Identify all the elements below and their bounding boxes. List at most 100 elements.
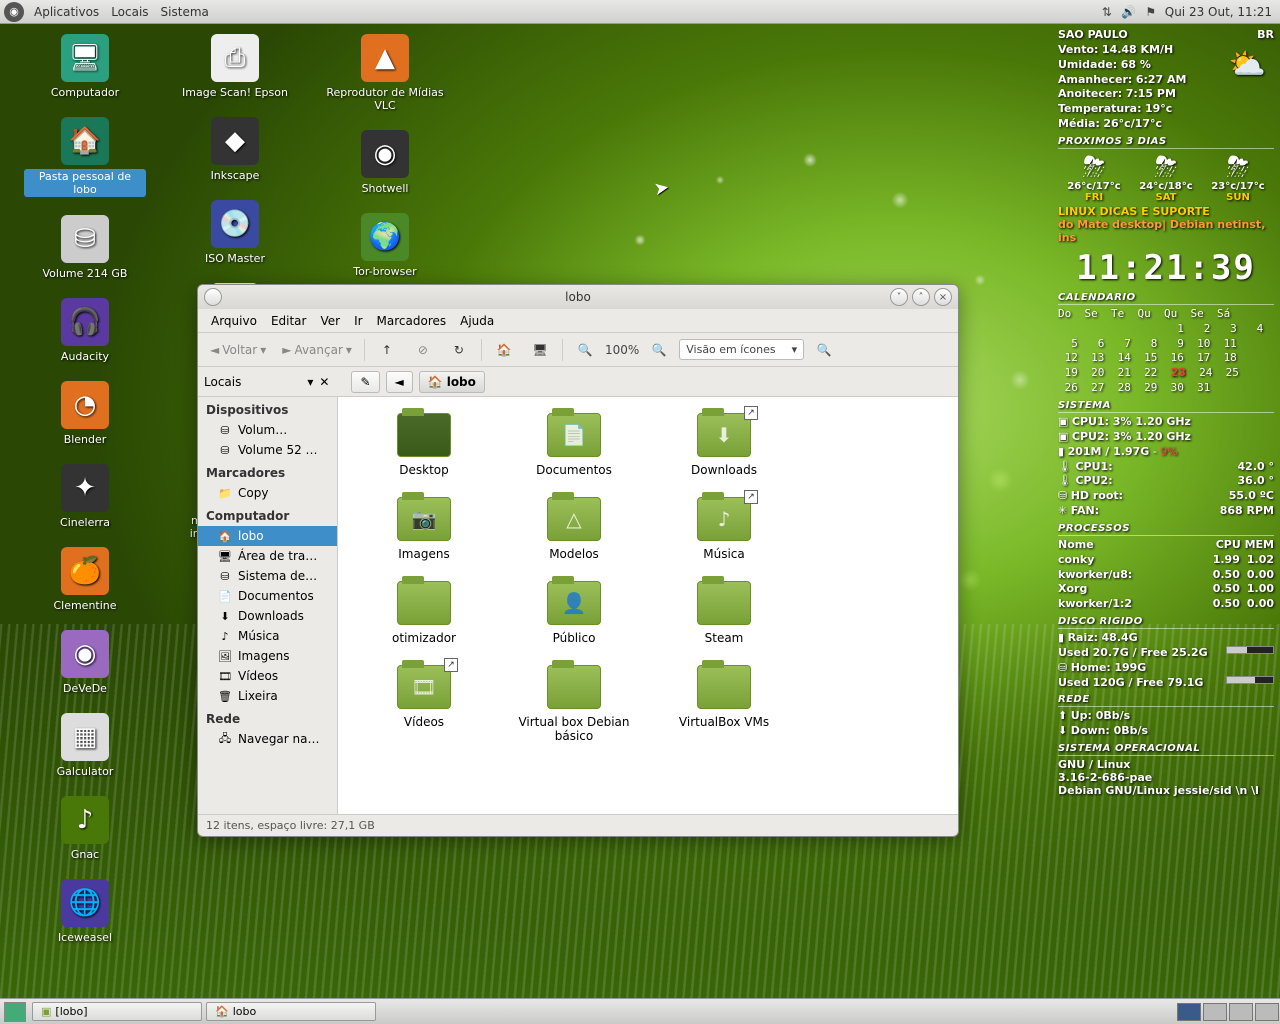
desktop-icon[interactable]: ⛁Volume 214 GB xyxy=(20,211,150,284)
sidebar-item[interactable]: ⛁Sistema de… xyxy=(198,566,337,586)
file-item[interactable]: otimizador xyxy=(354,581,494,645)
volume-icon[interactable]: 🔊 xyxy=(1121,4,1137,20)
file-item[interactable]: Steam xyxy=(654,581,794,645)
top-panel: ◉ Aplicativos Locais Sistema ⇅ 🔊 ⚑ Qui 2… xyxy=(0,0,1280,24)
taskbar-item[interactable]: 🏠lobo xyxy=(206,1002,376,1021)
sidebar-item[interactable]: 🖥Área de tra… xyxy=(198,546,337,566)
statusbar: 12 itens, espaço livre: 27,1 GB xyxy=(198,814,958,836)
minimize-button[interactable]: ˅ xyxy=(890,288,908,306)
desktop-icon[interactable]: ◆Inkscape xyxy=(170,113,300,186)
desktop-icon[interactable]: ⎙Image Scan! Epson xyxy=(170,30,300,103)
up-button[interactable]: ↑ xyxy=(371,336,403,364)
menu-sistema[interactable]: Sistema xyxy=(155,5,215,19)
menubar-item[interactable]: Ajuda xyxy=(453,314,501,328)
places-dropdown-icon[interactable]: ▾ xyxy=(307,375,313,389)
sidebar: Dispositivos⛁Volum…⛁Volume 52 …Marcadore… xyxy=(198,397,338,814)
file-item[interactable]: Virtual box Debian básico xyxy=(504,665,644,743)
desktop-icon[interactable]: 🖥Computador xyxy=(20,30,150,103)
sidebar-item[interactable]: 📁Copy xyxy=(198,483,337,503)
desktop-icon[interactable]: 🎧Audacity xyxy=(20,294,150,367)
network-icon[interactable]: ⇅ xyxy=(1099,4,1115,20)
close-button[interactable]: × xyxy=(934,288,952,306)
desktop-icon[interactable]: 🏠Pasta pessoal de lobo xyxy=(20,113,150,201)
desktop-icon[interactable]: ✦Cinelerra xyxy=(20,460,150,533)
desktop-icon[interactable]: 🌍Tor-browser xyxy=(320,209,450,282)
location-bar: Locais ▾ ✕ ✎ ◄ 🏠lobo xyxy=(198,367,958,397)
main-menu-icon[interactable]: ◉ xyxy=(4,2,24,22)
clock-label[interactable]: Qui 23 Out, 11:21 xyxy=(1165,5,1272,19)
workspace-1[interactable] xyxy=(1177,1003,1201,1021)
sidebar-item[interactable]: 🖧Navegar na… xyxy=(198,729,337,749)
file-item[interactable]: Desktop xyxy=(354,413,494,477)
computer-button[interactable]: 🖥 xyxy=(524,336,556,364)
file-item[interactable]: 📄Documentos xyxy=(504,413,644,477)
back-button[interactable]: ◄ Voltar ▾ xyxy=(204,339,272,361)
sidebar-item[interactable]: 🏠lobo xyxy=(198,526,337,546)
desktop-icon[interactable]: ◔Blender xyxy=(20,377,150,450)
system-tray: ⇅ 🔊 ⚑ Qui 23 Out, 11:21 xyxy=(1099,4,1280,20)
digital-clock: 11:21:39 xyxy=(1058,248,1274,288)
conky-overlay: SAO PAULOBR ⛅ Vento: 14.48 KM/H Umidade:… xyxy=(1058,28,1274,797)
reload-button[interactable]: ↻ xyxy=(443,336,475,364)
file-item[interactable]: 📷Imagens xyxy=(354,497,494,561)
sidebar-header: Computador xyxy=(198,503,337,526)
sidebar-item[interactable]: ⬇Downloads xyxy=(198,606,337,626)
updates-icon[interactable]: ⚑ xyxy=(1143,4,1159,20)
sidebar-item[interactable]: 📄Documentos xyxy=(198,586,337,606)
desktop-icon[interactable]: ♪Gnac xyxy=(20,792,150,865)
window-title: lobo xyxy=(565,290,591,304)
titlebar[interactable]: lobo ˅ ˄ × xyxy=(198,285,958,309)
menubar-item[interactable]: Editar xyxy=(264,314,314,328)
desktop-icon[interactable]: ▲Reprodutor de Mídias VLC xyxy=(320,30,450,116)
sidebar-item[interactable]: 🗑Lixeira xyxy=(198,686,337,706)
path-back-crumb[interactable]: ◄ xyxy=(386,371,413,393)
path-edit-button[interactable]: ✎ xyxy=(351,371,379,393)
titlebar-menu-icon[interactable] xyxy=(204,288,222,306)
sidebar-header: Dispositivos xyxy=(198,397,337,420)
file-grid[interactable]: Desktop📄Documentos⬇↗Downloads 📷Imagens△Mo… xyxy=(338,397,958,814)
file-item[interactable]: ⬇↗Downloads xyxy=(654,413,794,477)
file-item[interactable]: 🎞↗Vídeos xyxy=(354,665,494,743)
menubar: ArquivoEditarVerIrMarcadoresAjuda xyxy=(198,309,958,333)
desktop-icon[interactable]: 🌐Iceweasel xyxy=(20,875,150,948)
file-item[interactable]: △Modelos xyxy=(504,497,644,561)
workspace-4[interactable] xyxy=(1255,1003,1279,1021)
search-button[interactable]: 🔍 xyxy=(808,336,840,364)
file-item[interactable]: ♪↗Música xyxy=(654,497,794,561)
workspace-2[interactable] xyxy=(1203,1003,1227,1021)
sidebar-item[interactable]: ♪Música xyxy=(198,626,337,646)
menu-aplicativos[interactable]: Aplicativos xyxy=(28,5,105,19)
sidebar-item[interactable]: 🖼Imagens xyxy=(198,646,337,666)
desktop-icon[interactable]: ◉Shotwell xyxy=(320,126,450,199)
home-button[interactable]: 🏠 xyxy=(488,336,520,364)
show-desktop-button[interactable] xyxy=(4,1002,26,1022)
desktop-icon[interactable]: ◉DeVeDe xyxy=(20,626,150,699)
sidebar-item[interactable]: ⛁Volum… xyxy=(198,420,337,440)
zoom-label: 100% xyxy=(605,343,639,357)
maximize-button[interactable]: ˄ xyxy=(912,288,930,306)
zoom-in-button[interactable]: 🔍 xyxy=(643,336,675,364)
view-mode-select[interactable]: Visão em ícones▾ xyxy=(679,339,804,360)
toolbar: ◄ Voltar ▾ ► Avançar ▾ ↑ ⊘ ↻ 🏠 🖥 🔍 100% … xyxy=(198,333,958,367)
path-crumb-lobo[interactable]: 🏠lobo xyxy=(419,371,485,393)
forward-button[interactable]: ► Avançar ▾ xyxy=(276,339,358,361)
sidebar-item[interactable]: 🎞Vídeos xyxy=(198,666,337,686)
menubar-item[interactable]: Marcadores xyxy=(370,314,454,328)
bottom-panel: ▣[lobo] 🏠lobo xyxy=(0,998,1280,1024)
menubar-item[interactable]: Arquivo xyxy=(204,314,264,328)
sidebar-header: Rede xyxy=(198,706,337,729)
taskbar-item[interactable]: ▣[lobo] xyxy=(32,1002,202,1021)
file-item[interactable]: VirtualBox VMs xyxy=(654,665,794,743)
desktop-icon[interactable]: 🍊Clementine xyxy=(20,543,150,616)
stop-button[interactable]: ⊘ xyxy=(407,336,439,364)
sidebar-item[interactable]: ⛁Volume 52 … xyxy=(198,440,337,460)
desktop-icon[interactable]: 💿ISO Master xyxy=(170,196,300,269)
menubar-item[interactable]: Ver xyxy=(313,314,347,328)
workspace-3[interactable] xyxy=(1229,1003,1253,1021)
file-item[interactable]: 👤Público xyxy=(504,581,644,645)
places-close-icon[interactable]: ✕ xyxy=(319,375,329,389)
desktop-icon[interactable]: ▦Galculator xyxy=(20,709,150,782)
zoom-out-button[interactable]: 🔍 xyxy=(569,336,601,364)
menu-locais[interactable]: Locais xyxy=(105,5,154,19)
menubar-item[interactable]: Ir xyxy=(347,314,369,328)
